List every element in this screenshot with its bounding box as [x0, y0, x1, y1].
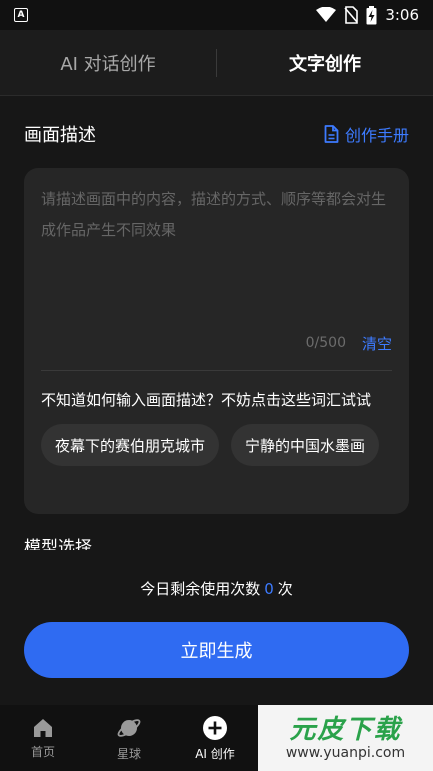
remaining-uses: 今日剩余使用次数 0 次	[0, 578, 433, 599]
generate-button[interactable]: 立即生成	[24, 622, 409, 678]
nav-item-home[interactable]: 首页	[0, 705, 86, 771]
suggestion-chip[interactable]: 夜幕下的赛伯朋克城市	[41, 424, 220, 466]
creation-manual-label: 创作手册	[344, 126, 409, 145]
home-icon	[34, 718, 52, 737]
description-card: 0/500 清空 不知道如何输入画面描述？不妨点击这些词汇试试 夜幕下的赛伯朋克…	[24, 168, 409, 514]
model-selection-title: 模型选择	[24, 538, 92, 550]
suggestion-hint: 不知道如何输入画面描述？不妨点击这些词汇试试	[41, 391, 372, 409]
notification-a-icon: A	[14, 8, 28, 22]
no-sim-icon	[344, 6, 359, 24]
watermark: 元皮下载 www.yuanpi.com	[258, 705, 433, 771]
description-title: 画面描述	[24, 125, 96, 146]
wifi-icon	[316, 7, 337, 22]
input-meta: 0/500 清空	[41, 328, 392, 358]
battery-charging-icon	[366, 5, 377, 24]
nav-item-ai-creation[interactable]: AI 创作	[172, 705, 258, 771]
mode-tabs: AI 对话创作 文字创作	[0, 30, 433, 96]
creation-manual-link[interactable]: 创作手册	[324, 122, 409, 146]
watermark-url: www.yuanpi.com	[285, 745, 406, 761]
generate-panel: 今日剩余使用次数 0 次 立即生成	[0, 550, 433, 705]
character-counter: 0/500	[305, 335, 346, 351]
tab-ai-chat-creation[interactable]: AI 对话创作	[0, 50, 216, 76]
nav-label: 首页	[30, 744, 55, 759]
nav-item-planet[interactable]: 星球	[86, 705, 172, 771]
suggestion-chip[interactable]: 宁静的中国水墨画	[231, 424, 380, 466]
nav-label: AI 创作	[195, 746, 235, 761]
nav-label: 星球	[116, 746, 141, 761]
card-divider	[41, 370, 392, 371]
status-time: 3:06	[385, 6, 419, 24]
description-input[interactable]	[41, 184, 392, 324]
document-icon	[324, 125, 339, 143]
planet-icon	[117, 718, 141, 737]
plus-circle-icon	[203, 715, 227, 740]
suggestion-chips: 夜幕下的赛伯朋克城市 宁静的中国水墨画	[41, 424, 392, 466]
remaining-uses-unit: 次	[277, 580, 293, 598]
remaining-uses-label: 今日剩余使用次数	[140, 580, 261, 598]
description-header: 画面描述 创作手册	[24, 120, 409, 148]
remaining-uses-count: 0	[264, 580, 274, 598]
clear-button[interactable]: 清空	[362, 333, 392, 354]
status-bar: A 3:06	[0, 0, 433, 30]
watermark-title: 元皮下载	[289, 715, 402, 745]
tab-text-creation[interactable]: 文字创作	[217, 50, 433, 76]
